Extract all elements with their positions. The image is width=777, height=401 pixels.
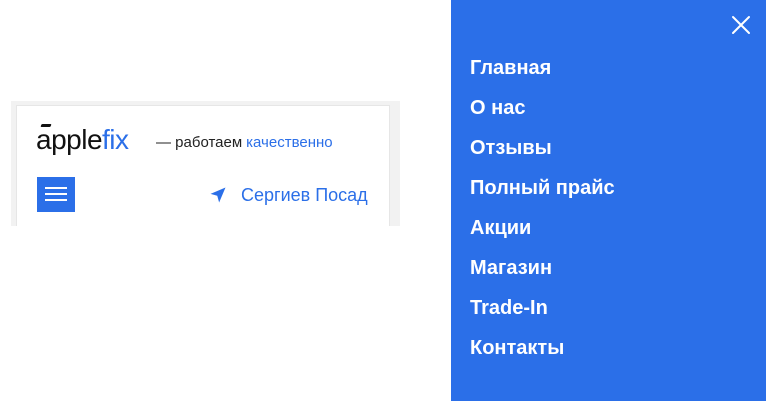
menu-list: Главная О нас Отзывы Полный прайс Акции … <box>470 56 615 376</box>
applefix-logo[interactable]: applefix <box>36 123 129 157</box>
hamburger-icon-line <box>45 193 67 195</box>
logo-part-fix: fix <box>102 124 129 155</box>
header-background: applefix — работаем качественно Сергиев П… <box>11 101 400 226</box>
logo-accent-mark <box>40 124 52 127</box>
location-selector[interactable]: Сергиев Посад <box>209 184 368 206</box>
menu-item-promotions[interactable]: Акции <box>470 216 615 256</box>
menu-item-contacts[interactable]: Контакты <box>470 336 615 376</box>
menu-item-home[interactable]: Главная <box>470 56 615 96</box>
menu-item-shop[interactable]: Магазин <box>470 256 615 296</box>
tagline-accent: качественно <box>246 134 333 151</box>
logo-letter-a: a <box>36 124 52 155</box>
side-menu-panel: Главная О нас Отзывы Полный прайс Акции … <box>451 0 766 401</box>
logo-part-apple: pple <box>51 124 103 155</box>
menu-item-price-list[interactable]: Полный прайс <box>470 176 615 216</box>
site-header: applefix — работаем качественно Сергиев П… <box>16 105 390 226</box>
tagline-text: — работаем <box>156 134 243 151</box>
menu-button[interactable] <box>37 177 75 212</box>
city-name: Сергиев Посад <box>241 184 368 205</box>
tagline: — работаем качественно <box>156 134 333 151</box>
hamburger-icon-line <box>45 199 67 201</box>
menu-item-about[interactable]: О нас <box>470 96 615 136</box>
close-icon[interactable] <box>730 14 752 36</box>
menu-item-reviews[interactable]: Отзывы <box>470 136 615 176</box>
navigation-arrow-icon <box>210 187 226 203</box>
menu-item-trade-in[interactable]: Trade-In <box>470 296 615 336</box>
hamburger-icon <box>45 187 67 189</box>
